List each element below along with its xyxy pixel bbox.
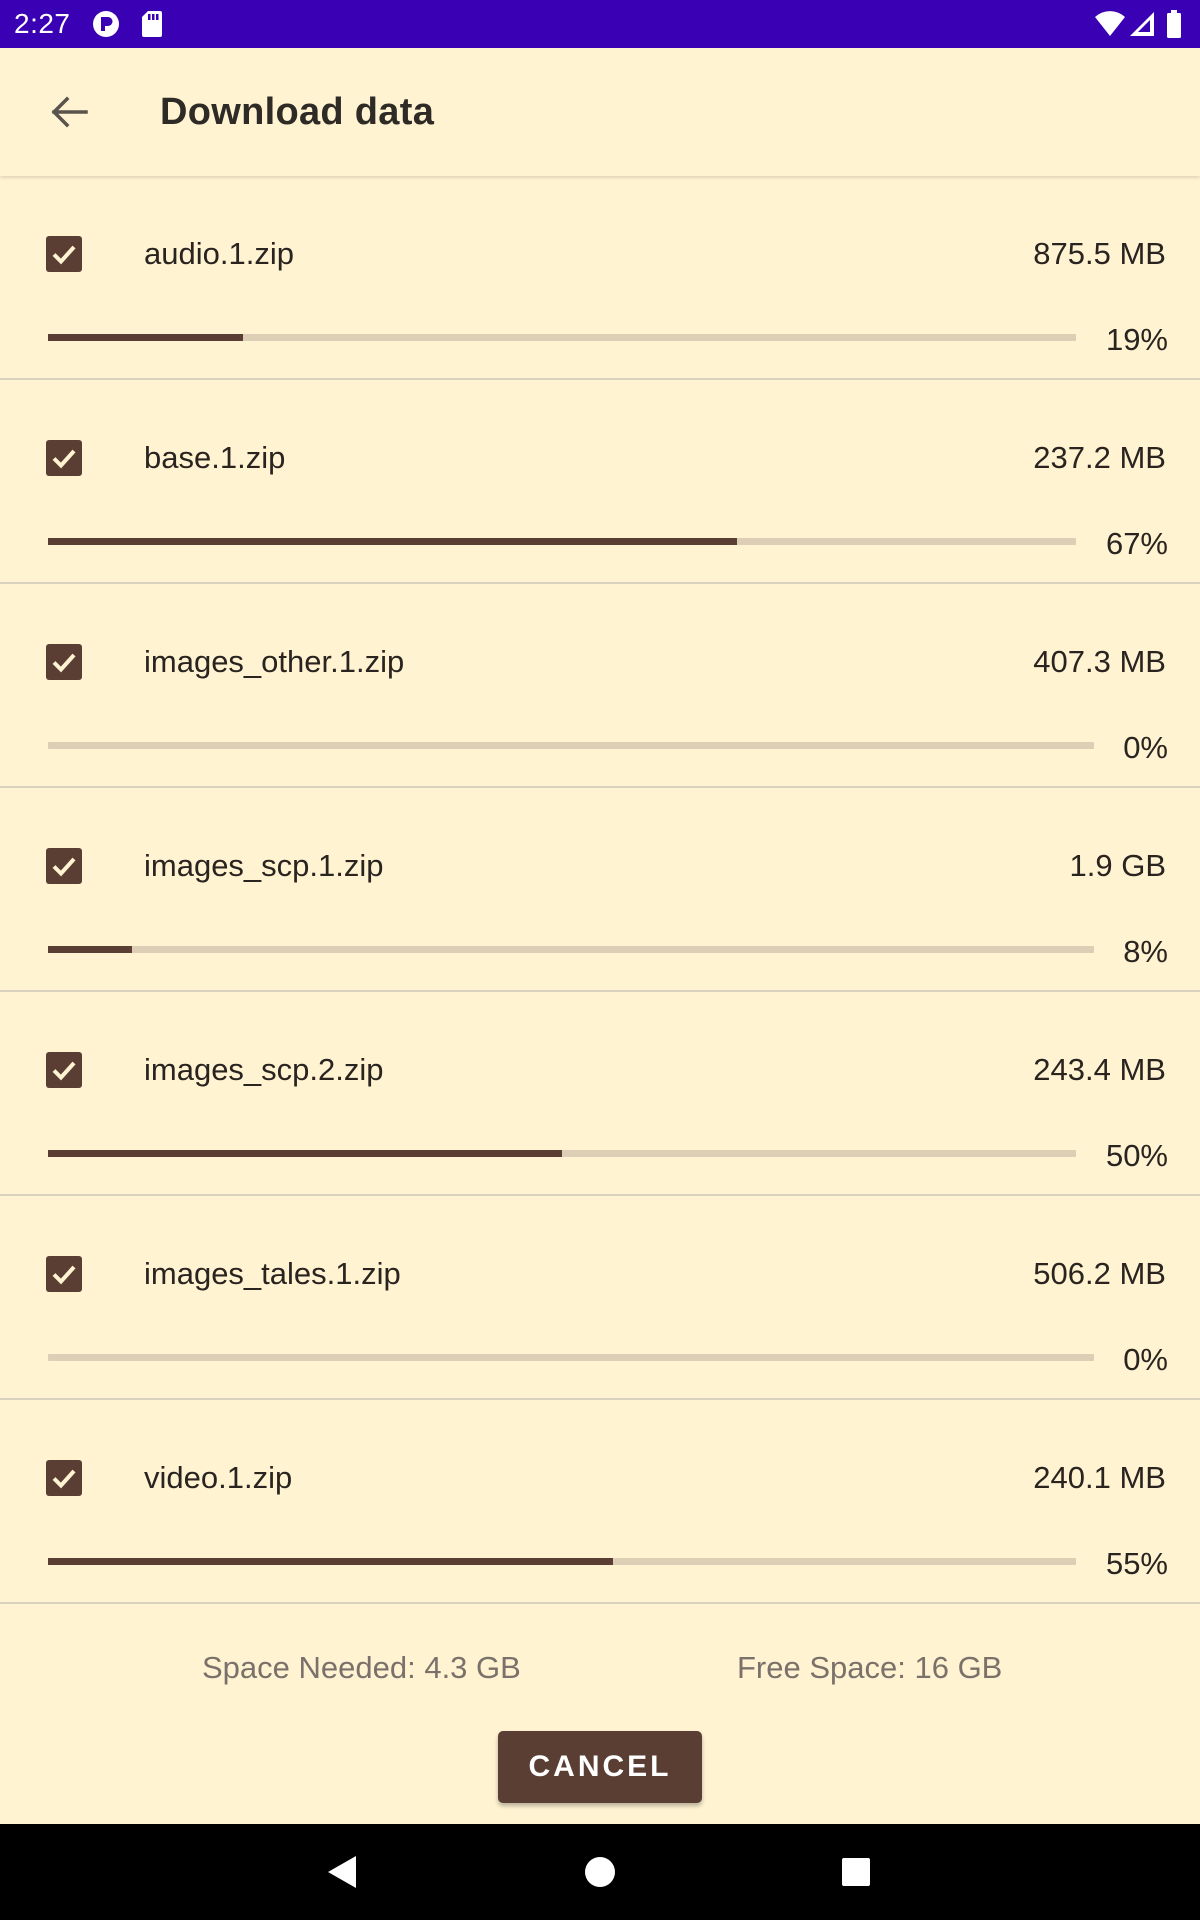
download-progress-fill [48,538,737,545]
status-bar: 2:27 [0,0,1200,48]
checkmark-icon [52,449,76,469]
file-name: images_scp.1.zip [144,848,384,883]
file-name: images_other.1.zip [144,644,405,679]
checkmark-icon [52,1265,76,1285]
file-size: 237.2 MB [1033,440,1166,475]
page-title: Download data [160,91,435,133]
battery-icon [1166,10,1182,43]
back-triangle-icon [328,1856,356,1888]
download-progress-bar [48,1558,1076,1565]
download-progress-percent: 8% [1123,934,1168,969]
home-circle-icon [585,1857,615,1887]
file-size: 875.5 MB [1033,236,1166,271]
download-progress-fill [48,1558,613,1565]
free-space-label: Free Space: 16 GB [737,1650,1003,1685]
file-list: audio.1.zip 875.5 MB 19% base.1.zip 237.… [0,176,1200,1604]
checkmark-icon [52,1061,76,1081]
nav-recents-button[interactable] [832,1848,880,1896]
download-progress-fill [48,334,243,341]
recents-square-icon [842,1858,870,1886]
download-progress-bar [48,1354,1094,1361]
arrow-back-icon [36,96,106,144]
file-checkbox[interactable] [46,440,82,476]
file-checkbox[interactable] [46,1052,82,1088]
cancel-button[interactable]: CANCEL [498,1731,702,1803]
download-progress-bar [48,946,1094,953]
file-row: images_other.1.zip 407.3 MB 0% [0,584,1200,788]
nav-home-button[interactable] [576,1848,624,1896]
back-button[interactable] [36,84,106,140]
file-size: 407.3 MB [1033,644,1166,679]
file-name: images_tales.1.zip [144,1256,401,1291]
checkmark-icon [52,653,76,673]
file-checkbox[interactable] [46,848,82,884]
nav-back-button[interactable] [318,1848,366,1896]
app-notification-icon [92,10,120,43]
download-progress-percent: 0% [1123,730,1168,765]
sd-card-icon [141,10,163,43]
file-size: 240.1 MB [1033,1460,1166,1495]
file-size: 1.9 GB [1069,848,1167,883]
download-progress-percent: 67% [1105,526,1168,561]
file-name: images_scp.2.zip [144,1052,384,1087]
download-progress-percent: 19% [1105,322,1168,357]
file-checkbox[interactable] [46,236,82,272]
download-progress-percent: 55% [1105,1546,1168,1581]
file-size: 506.2 MB [1033,1256,1166,1291]
file-name: video.1.zip [144,1460,293,1495]
download-progress-percent: 50% [1105,1138,1168,1173]
file-name: base.1.zip [144,440,286,475]
download-progress-bar [48,538,1076,545]
file-row: images_scp.2.zip 243.4 MB 50% [0,992,1200,1196]
wifi-icon [1094,10,1126,43]
checkmark-icon [52,857,76,877]
file-name: audio.1.zip [144,236,294,271]
download-progress-bar [48,334,1076,341]
file-checkbox[interactable] [46,1460,82,1496]
checkmark-icon [52,1469,76,1489]
file-row: audio.1.zip 875.5 MB 19% [0,176,1200,380]
download-progress-percent: 0% [1123,1342,1168,1377]
download-progress-fill [48,946,132,953]
system-nav-bar [0,1824,1200,1920]
download-progress-bar [48,742,1094,749]
file-row: video.1.zip 240.1 MB 55% [0,1400,1200,1604]
file-row: images_tales.1.zip 506.2 MB 0% [0,1196,1200,1400]
file-checkbox[interactable] [46,644,82,680]
file-checkbox[interactable] [46,1256,82,1292]
file-row: images_scp.1.zip 1.9 GB 8% [0,788,1200,992]
cell-signal-icon [1130,10,1156,43]
checkmark-icon [52,245,76,265]
download-progress-fill [48,1150,562,1157]
space-needed-label: Space Needed: 4.3 GB [202,1650,521,1685]
file-row: base.1.zip 237.2 MB 67% [0,380,1200,584]
file-size: 243.4 MB [1033,1052,1166,1087]
app-bar: Download data [0,48,1200,176]
status-time: 2:27 [14,8,71,39]
download-progress-bar [48,1150,1076,1157]
